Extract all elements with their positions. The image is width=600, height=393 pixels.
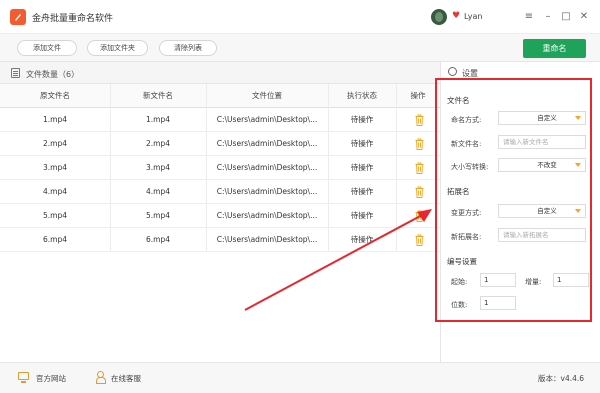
person-icon	[96, 371, 106, 384]
monitor-icon	[18, 372, 29, 383]
arrow-annotation	[244, 209, 432, 311]
version-label: 版本：v4.4.6	[538, 374, 585, 383]
status-bar: 官方网站 在线客服 版本：v4.4.6	[0, 362, 600, 393]
website-link[interactable]: 官方网站	[36, 373, 66, 384]
support-link[interactable]: 在线客服	[111, 373, 141, 384]
